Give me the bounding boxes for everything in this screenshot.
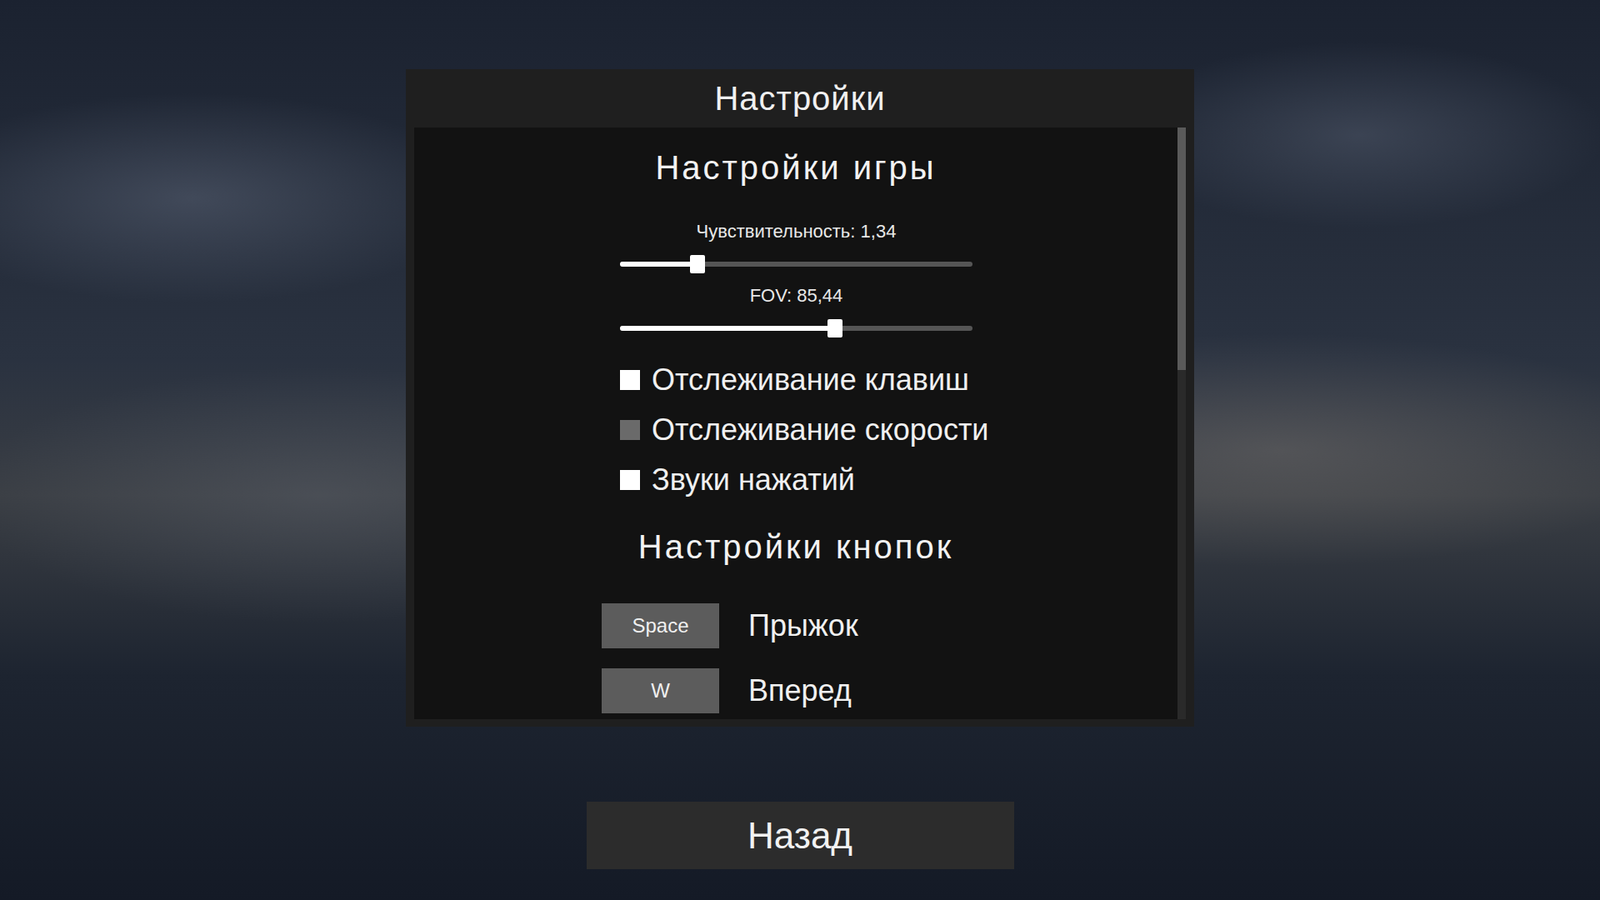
- section-heading: Настройки игры: [414, 147, 1178, 188]
- checkbox[interactable]: [620, 370, 640, 390]
- slider[interactable]: [620, 318, 973, 339]
- keybind-row: W Вперед: [601, 668, 1178, 714]
- settings-list[interactable]: Настройки игры Чувствительность: 1,34 FOV:…: [414, 127, 1178, 720]
- keybind-button[interactable]: Space: [601, 603, 720, 649]
- slider-thumb[interactable]: [690, 255, 705, 274]
- settings-screen: Настройки Настройки игры Чувствительность:…: [0, 0, 1600, 900]
- back-button[interactable]: Назад: [586, 801, 1015, 870]
- scrollbar-thumb[interactable]: [1177, 127, 1186, 370]
- keybind-label: Прыжок: [748, 608, 859, 644]
- slider-fill: [620, 261, 698, 267]
- checkbox-label: Отслеживание клавиш: [651, 362, 970, 398]
- slider-setting: Чувствительность: 1,34: [620, 187, 973, 275]
- settings-panel: Настройки Настройки игры Чувствительность:…: [405, 69, 1195, 727]
- slider-track: [620, 261, 973, 267]
- slider-label: FOV: 85,44: [750, 284, 844, 308]
- panel-body: Настройки игры Чувствительность: 1,34 FOV:…: [414, 127, 1186, 720]
- slider-fill: [620, 325, 835, 331]
- checkbox-label: Отслеживание скорости: [651, 412, 989, 448]
- checkbox-row[interactable]: Отслеживание клавиш: [620, 355, 1178, 405]
- keybind-label: Вперед: [748, 673, 852, 709]
- keybind-row: Space Прыжок: [601, 603, 1178, 649]
- checkbox-row[interactable]: Звуки нажатий: [620, 455, 1178, 505]
- slider-setting: FOV: 85,44: [620, 274, 973, 339]
- panel-title: Настройки: [414, 69, 1186, 128]
- slider-thumb[interactable]: [827, 319, 843, 338]
- checkbox[interactable]: [620, 470, 640, 490]
- scrollbar[interactable]: [1177, 127, 1186, 720]
- checkbox-label: Звуки нажатий: [651, 462, 855, 498]
- slider[interactable]: [620, 254, 973, 275]
- slider-label: Чувствительность: 1,34: [696, 220, 897, 244]
- checkbox[interactable]: [620, 420, 640, 440]
- checkbox-row[interactable]: Отслеживание скорости: [620, 405, 1178, 455]
- section-heading: Настройки кнопок: [414, 526, 1178, 567]
- slider-track: [620, 325, 973, 331]
- keybind-button[interactable]: W: [601, 668, 720, 714]
